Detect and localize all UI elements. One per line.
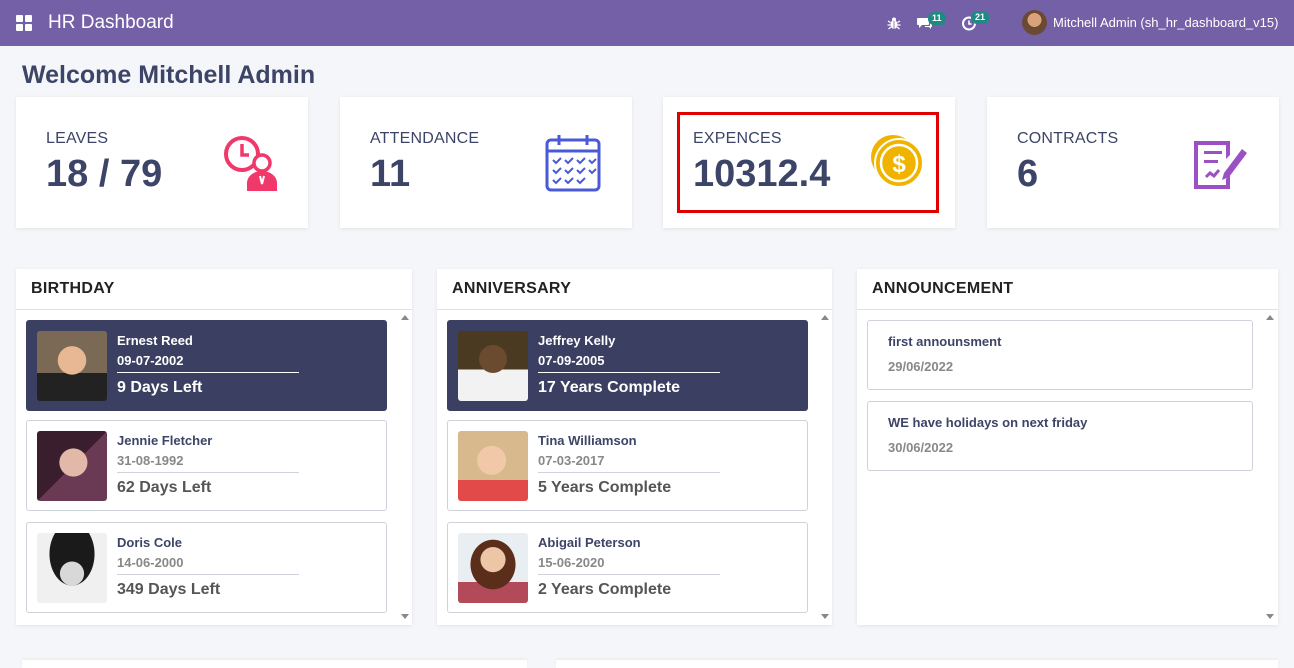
app-title[interactable]: HR Dashboard	[48, 12, 174, 34]
panel-divider	[437, 309, 832, 310]
birth-date: 31-08-1992	[117, 453, 184, 468]
separator	[117, 372, 299, 373]
joining-date: 07-09-2005	[538, 353, 605, 368]
anniversary-title: ANNIVERSARY	[452, 280, 572, 297]
employee-name: Jennie Fletcher	[117, 433, 213, 448]
messages-count-badge: 11	[928, 12, 946, 25]
attendance-value: 11	[370, 153, 411, 195]
years-complete: 17 Years Complete	[538, 379, 681, 396]
years-complete: 2 Years Complete	[538, 581, 672, 598]
days-left: 349 Days Left	[117, 581, 221, 598]
attendance-label: ATTENDANCE	[370, 130, 480, 147]
birthday-item[interactable]: Doris Cole 14-06-2000 349 Days Left	[26, 522, 387, 613]
lower-panel-right	[556, 660, 1278, 668]
employee-name: Ernest Reed	[117, 333, 193, 348]
expences-highlight-box	[677, 112, 939, 213]
anniversary-item[interactable]: Abigail Peterson 15-06-2020 2 Years Comp…	[447, 522, 808, 613]
announcement-panel: ANNOUNCEMENT first announsment 29/06/202…	[857, 269, 1278, 625]
employee-photo	[458, 533, 528, 603]
panel-divider	[16, 309, 412, 310]
panel-divider	[857, 309, 1278, 310]
birthday-item[interactable]: Jennie Fletcher 31-08-1992 62 Days Left	[26, 420, 387, 511]
scroll-up-arrow[interactable]	[821, 315, 829, 320]
contracts-card[interactable]: CONTRACTS 6	[987, 97, 1279, 228]
calendar-icon	[545, 135, 601, 192]
employee-name: Tina Williamson	[538, 433, 637, 448]
days-left: 9 Days Left	[117, 379, 203, 396]
announcement-title: ANNOUNCEMENT	[872, 280, 1014, 297]
employee-photo	[458, 431, 528, 501]
bug-icon[interactable]	[886, 15, 902, 31]
user-menu[interactable]: Mitchell Admin (sh_hr_dashboard_v15)	[1053, 15, 1278, 30]
birthday-item[interactable]: Ernest Reed 09-07-2002 9 Days Left	[26, 320, 387, 411]
announcement-text: WE have holidays on next friday	[888, 415, 1088, 430]
contract-edit-icon	[1194, 141, 1247, 189]
scroll-up-arrow[interactable]	[401, 315, 409, 320]
birth-date: 09-07-2002	[117, 353, 184, 368]
employee-photo	[37, 533, 107, 603]
separator	[538, 574, 720, 575]
scroll-down-arrow[interactable]	[821, 614, 829, 619]
announcement-text: first announsment	[888, 334, 1002, 349]
anniversary-panel: ANNIVERSARY Jeffrey Kelly 07-09-2005 17 …	[437, 269, 832, 625]
announcement-item[interactable]: first announsment 29/06/2022	[867, 320, 1253, 390]
separator	[117, 574, 299, 575]
top-navbar: HR Dashboard 11 21 Mitchell Admin (sh_hr…	[0, 0, 1294, 46]
contracts-value: 6	[1017, 153, 1039, 195]
employee-photo	[37, 431, 107, 501]
birthday-panel: BIRTHDAY Ernest Reed 09-07-2002 9 Days L…	[16, 269, 412, 625]
joining-date: 07-03-2017	[538, 453, 605, 468]
scroll-down-arrow[interactable]	[401, 614, 409, 619]
welcome-heading: Welcome Mitchell Admin	[22, 61, 316, 89]
leaves-value: 18 / 79	[46, 153, 163, 195]
attendance-card[interactable]: ATTENDANCE 11	[340, 97, 632, 228]
scroll-down-arrow[interactable]	[1266, 614, 1274, 619]
contracts-label: CONTRACTS	[1017, 130, 1119, 147]
birthday-title: BIRTHDAY	[31, 280, 115, 297]
years-complete: 5 Years Complete	[538, 479, 672, 496]
leaves-card[interactable]: LEAVES 18 / 79	[16, 97, 308, 228]
separator	[117, 472, 299, 473]
employee-name: Jeffrey Kelly	[538, 333, 616, 348]
scroll-up-arrow[interactable]	[1266, 315, 1274, 320]
apps-icon[interactable]	[16, 15, 32, 31]
user-avatar[interactable]	[1022, 10, 1047, 35]
lower-panel-left	[22, 660, 527, 668]
activities-count-badge: 21	[971, 11, 990, 24]
days-left: 62 Days Left	[117, 479, 212, 496]
employee-name: Doris Cole	[117, 535, 183, 550]
separator	[538, 372, 720, 373]
employee-photo	[458, 331, 528, 401]
announcement-date: 30/06/2022	[888, 440, 954, 455]
employee-name: Abigail Peterson	[538, 535, 641, 550]
announcement-item[interactable]: WE have holidays on next friday 30/06/20…	[867, 401, 1253, 471]
anniversary-item[interactable]: Jeffrey Kelly 07-09-2005 17 Years Comple…	[447, 320, 808, 411]
announcement-date: 29/06/2022	[888, 359, 954, 374]
leave-person-clock-icon	[224, 136, 277, 191]
employee-photo	[37, 331, 107, 401]
leaves-label: LEAVES	[46, 130, 109, 147]
separator	[538, 472, 720, 473]
birth-date: 14-06-2000	[117, 555, 184, 570]
joining-date: 15-06-2020	[538, 555, 605, 570]
anniversary-item[interactable]: Tina Williamson 07-03-2017 5 Years Compl…	[447, 420, 808, 511]
